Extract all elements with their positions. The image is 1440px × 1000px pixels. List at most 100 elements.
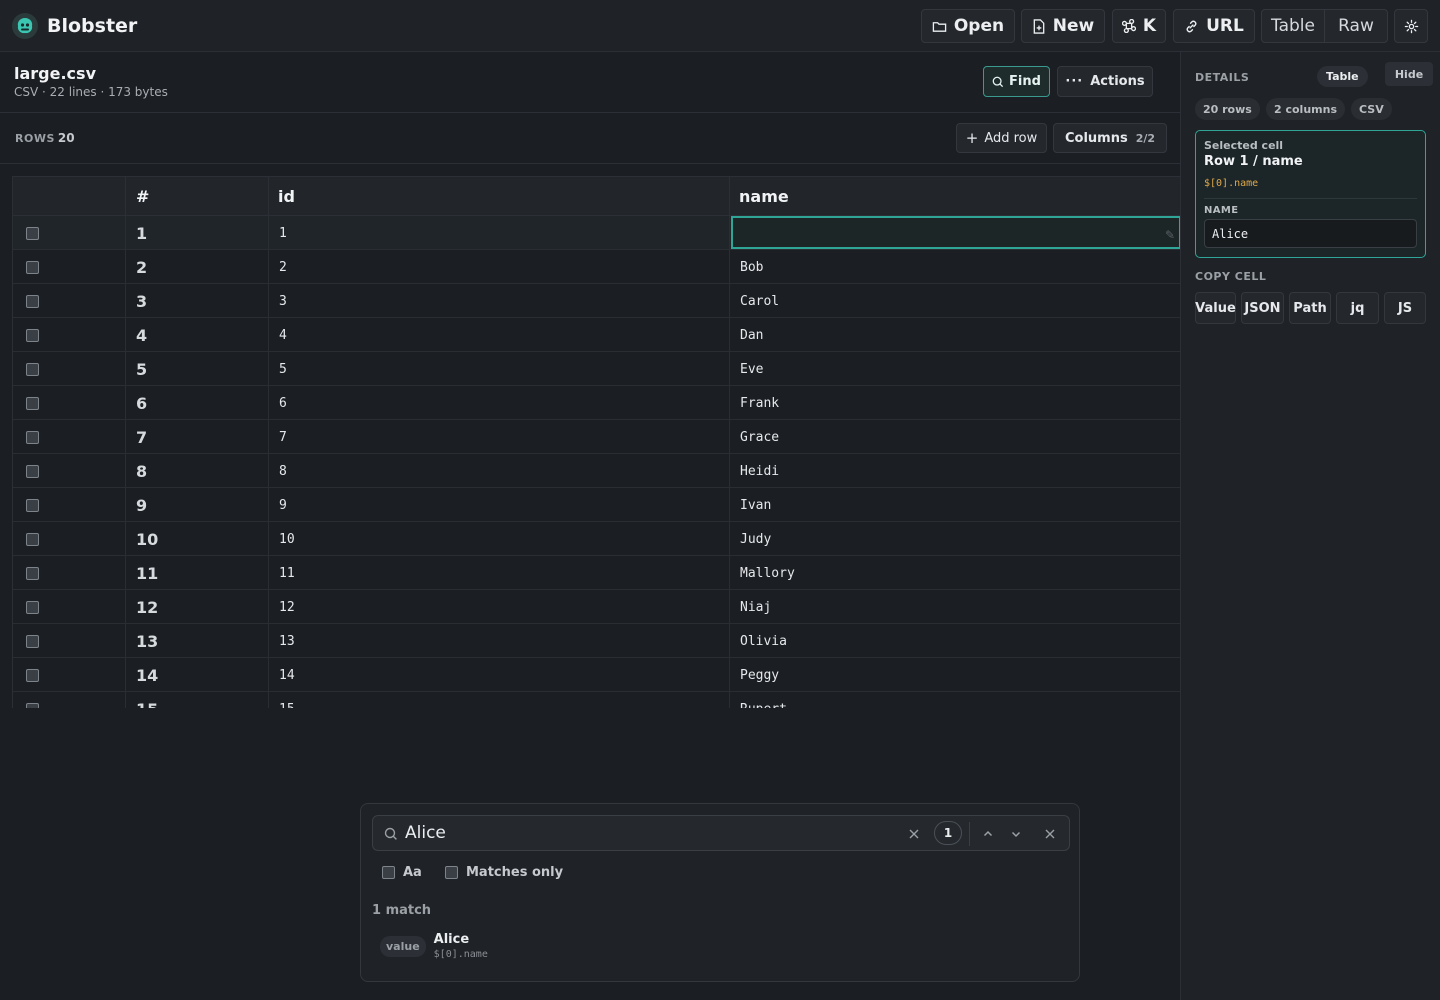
search-result-item[interactable]: value Alice $[0].name [380,932,488,960]
table-row[interactable]: 13 13 Olivia [13,624,1180,658]
row-number: 13 [126,624,269,658]
new-button[interactable]: New [1021,9,1105,43]
field-value-input[interactable]: Alice [1204,219,1417,248]
previous-match-button[interactable] [977,823,999,845]
table-row[interactable]: 14 14 Peggy [13,658,1180,692]
cell-id[interactable]: 5 [269,352,730,386]
cell-id[interactable]: 6 [269,386,730,420]
cell-id[interactable]: 11 [269,556,730,590]
table-row[interactable]: 5 5 Eve [13,352,1180,386]
cell-name[interactable]: Olivia [730,624,1180,658]
row-checkbox[interactable] [26,668,39,682]
clear-search-button[interactable] [903,823,925,845]
cell-name[interactable]: Dan [730,318,1180,352]
find-button[interactable]: Find [983,66,1050,97]
table-row[interactable]: 9 9 Ivan [13,488,1180,522]
settings-button[interactable] [1394,9,1428,43]
open-button[interactable]: Open [921,9,1015,43]
row-checkbox[interactable] [26,702,39,708]
cell-id[interactable]: 9 [269,488,730,522]
next-match-button[interactable] [1005,823,1027,845]
copy-json-button[interactable]: JSON [1241,292,1284,324]
table-row[interactable]: 7 7 Grace [13,420,1180,454]
case-sensitive-option[interactable]: Aa [382,865,422,880]
cell-id[interactable]: 10 [269,522,730,556]
row-checkbox[interactable] [26,498,39,512]
close-find-button[interactable] [1039,823,1061,845]
table-row[interactable]: 10 10 Judy [13,522,1180,556]
cell-id[interactable]: 12 [269,590,730,624]
cell-name[interactable]: Peggy [730,658,1180,692]
matches-only-option[interactable]: Matches only [445,865,563,880]
row-checkbox[interactable] [26,600,39,614]
edit-icon[interactable]: ✎ [1165,228,1175,242]
url-button[interactable]: URL [1173,9,1255,43]
copy-js-button[interactable]: JS [1384,292,1426,324]
cell-id[interactable]: 15 [269,692,730,708]
cell-name[interactable]: Heidi [730,454,1180,488]
table-row[interactable]: 3 3 Carol [13,284,1180,318]
column-header-id[interactable]: id [269,177,730,216]
cell-name[interactable]: Frank [730,386,1180,420]
find-input[interactable]: Alice [405,823,446,843]
row-checkbox[interactable] [26,566,39,580]
cell-id[interactable]: 4 [269,318,730,352]
add-row-button[interactable]: + Add row [956,123,1047,153]
column-header-name[interactable]: name [730,177,1180,216]
row-select-cell [13,284,126,318]
row-number: 2 [126,250,269,284]
table-row[interactable]: 11Alice✎ [13,216,1180,250]
case-sensitive-checkbox[interactable] [382,866,395,879]
gear-icon [1404,19,1418,33]
row-checkbox[interactable] [26,396,39,410]
row-checkbox[interactable] [26,260,39,274]
actions-button[interactable]: ··· Actions [1057,66,1153,97]
view-mode-table[interactable]: Table [1262,10,1324,42]
cell-id[interactable]: 8 [269,454,730,488]
hide-details-button[interactable]: Hide [1385,62,1433,86]
new-file-icon [1033,18,1045,34]
cell-id[interactable]: 14 [269,658,730,692]
cell-name[interactable]: Bob [730,250,1180,284]
view-mode-raw[interactable]: Raw [1324,10,1387,42]
row-checkbox[interactable] [26,362,39,376]
row-checkbox[interactable] [26,464,39,478]
details-panel: DETAILS Table Hide 20 rows 2 columns CSV… [1180,52,1440,1000]
brand[interactable]: Blobster [12,12,137,39]
row-checkbox[interactable] [26,294,39,308]
table-row[interactable]: 2 2 Bob [13,250,1180,284]
table-row[interactable]: 8 8 Heidi [13,454,1180,488]
matches-only-checkbox[interactable] [445,866,458,879]
cell-name[interactable]: Grace [730,420,1180,454]
table-row[interactable]: 4 4 Dan [13,318,1180,352]
table-row[interactable]: 6 6 Frank [13,386,1180,420]
cell-name[interactable]: Carol [730,284,1180,318]
row-checkbox[interactable] [26,430,39,444]
column-header-index: # [126,177,269,216]
cell-id[interactable]: 7 [269,420,730,454]
cell-name[interactable]: Rupert [730,692,1180,709]
find-label: Find [1009,74,1041,89]
row-checkbox[interactable] [26,226,39,240]
command-palette-button[interactable]: K [1112,9,1166,43]
cell-name[interactable]: Niaj [730,590,1180,624]
cell-id[interactable]: 1 [269,216,730,250]
cell-name[interactable]: Judy [730,522,1180,556]
columns-button[interactable]: Columns 2/2 [1053,123,1167,153]
cell-name[interactable]: Mallory [730,556,1180,590]
cell-id[interactable]: 13 [269,624,730,658]
copy-jq-button[interactable]: jq [1336,292,1379,324]
cell-id[interactable]: 2 [269,250,730,284]
file-header: large.csv CSV · 22 lines · 173 bytes Fin… [0,52,1180,113]
table-row[interactable]: 11 11 Mallory [13,556,1180,590]
table-row[interactable]: 12 12 Niaj [13,590,1180,624]
cell-name[interactable]: Eve [730,352,1180,386]
copy-value-button[interactable]: Value [1195,292,1236,324]
cell-id[interactable]: 3 [269,284,730,318]
cell-name[interactable]: Ivan [730,488,1180,522]
copy-path-button[interactable]: Path [1289,292,1331,324]
row-checkbox[interactable] [26,532,39,546]
table-row[interactable]: 1515Rupert [13,692,1180,708]
row-checkbox[interactable] [26,634,39,648]
row-checkbox[interactable] [26,328,39,342]
